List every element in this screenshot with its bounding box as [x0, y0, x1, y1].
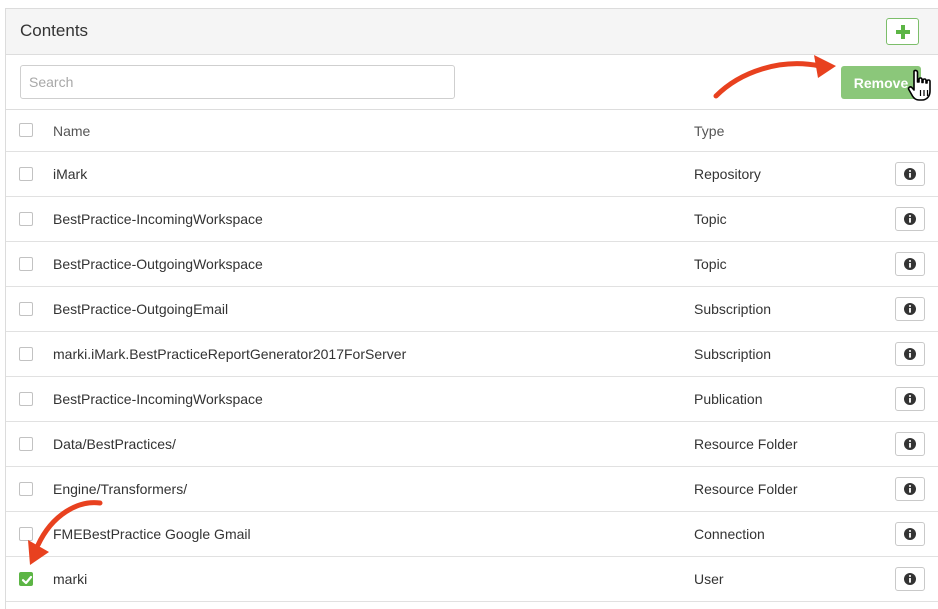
table-header-row: Name Type — [6, 110, 938, 152]
row-type: Subscription — [694, 301, 772, 317]
select-all-checkbox[interactable] — [19, 123, 33, 137]
table-row[interactable]: BestPractice-OutgoingWorkspace Topic — [6, 242, 938, 287]
table-row[interactable]: BestPractice-IncomingWorkspace Publicatio… — [6, 377, 938, 422]
row-name: BestPractice-OutgoingWorkspace — [53, 256, 263, 272]
table-row[interactable]: marki User — [6, 557, 938, 602]
table-row[interactable]: marki.iMark.BestPracticeReportGenerator2… — [6, 332, 938, 377]
row-info-button[interactable] — [895, 207, 925, 231]
column-header-name[interactable]: Name — [53, 123, 90, 139]
row-name: BestPractice-IncomingWorkspace — [53, 391, 263, 407]
panel-title: Contents — [20, 21, 89, 40]
info-icon — [904, 213, 916, 225]
search-input[interactable] — [20, 65, 455, 99]
info-icon — [904, 168, 916, 180]
row-type: User — [694, 571, 724, 587]
row-info-button[interactable] — [895, 477, 925, 501]
info-icon — [904, 303, 916, 315]
table-row[interactable]: iMark Repository — [6, 152, 938, 197]
row-info-button[interactable] — [895, 567, 925, 591]
row-info-button[interactable] — [895, 162, 925, 186]
table-row[interactable]: FMEBestPractice Google Gmail Connection — [6, 512, 938, 557]
info-icon — [904, 348, 916, 360]
contents-panel: Contents Remove Name Type iMark Repositor… — [5, 8, 938, 609]
table-row[interactable]: Data/BestPractices/Resource Folder — [6, 422, 938, 467]
row-checkbox[interactable] — [19, 437, 33, 451]
row-name: marki.iMark.BestPracticeReportGenerator2… — [53, 346, 407, 362]
row-checkbox[interactable] — [19, 482, 33, 496]
row-name: FMEBestPractice Google Gmail — [53, 526, 251, 542]
row-checkbox[interactable] — [19, 167, 33, 181]
info-icon — [904, 573, 916, 585]
row-name: BestPractice-IncomingWorkspace — [53, 211, 263, 227]
row-name: marki — [53, 571, 88, 587]
row-type: Resource Folder — [694, 481, 798, 497]
info-icon — [904, 528, 916, 540]
row-type: Connection — [694, 526, 765, 542]
checkmark-icon — [21, 575, 33, 585]
row-type: Topic — [694, 256, 727, 272]
row-name: iMark — [53, 166, 88, 182]
row-type: Resource Folder — [694, 436, 798, 452]
row-checkbox[interactable] — [19, 572, 33, 586]
table-row[interactable]: BestPractice-IncomingWorkspace Topic — [6, 197, 938, 242]
row-checkbox[interactable] — [19, 257, 33, 271]
table-row[interactable]: BestPractice-OutgoingEmail Subscription — [6, 287, 938, 332]
add-content-button[interactable] — [886, 18, 919, 45]
row-name: Engine/Transformers/ — [53, 481, 188, 497]
row-checkbox[interactable] — [19, 212, 33, 226]
row-info-button[interactable] — [895, 522, 925, 546]
column-header-type[interactable]: Type — [694, 123, 724, 139]
remove-button[interactable]: Remove — [841, 66, 921, 99]
info-icon — [904, 483, 916, 495]
row-type: Publication — [694, 391, 763, 407]
row-type: Subscription — [694, 346, 772, 362]
row-name: Data/BestPractices/ — [53, 436, 176, 452]
row-info-button[interactable] — [895, 297, 925, 321]
info-icon — [904, 393, 916, 405]
row-checkbox[interactable] — [19, 392, 33, 406]
row-type: Topic — [694, 211, 727, 227]
info-icon — [904, 438, 916, 450]
panel-header: Contents — [6, 9, 938, 55]
row-info-button[interactable] — [895, 432, 925, 456]
row-checkbox[interactable] — [19, 302, 33, 316]
row-name: BestPractice-OutgoingEmail — [53, 301, 229, 317]
contents-table: Name Type iMark Repository BestPractice-In… — [6, 109, 938, 602]
row-checkbox[interactable] — [19, 347, 33, 361]
row-checkbox[interactable] — [19, 527, 33, 541]
row-info-button[interactable] — [895, 387, 925, 411]
info-icon — [904, 258, 916, 270]
row-info-button[interactable] — [895, 252, 925, 276]
table-row[interactable]: Engine/Transformers/Resource Folder — [6, 467, 938, 512]
row-info-button[interactable] — [895, 342, 925, 366]
row-type: Repository — [694, 166, 761, 182]
